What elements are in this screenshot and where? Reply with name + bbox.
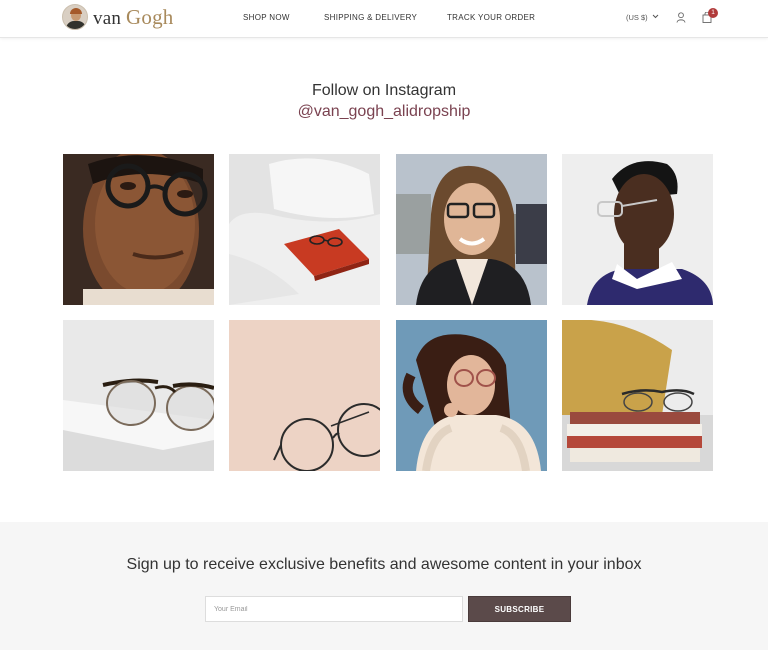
glasses-on-white-book-photo xyxy=(63,320,214,471)
user-icon[interactable] xyxy=(676,12,686,23)
brand-logo[interactable]: van Gogh xyxy=(62,4,173,30)
signup-title: Sign up to receive exclusive benefits an… xyxy=(126,556,642,573)
instagram-tile-smiling-woman[interactable] xyxy=(396,154,547,305)
subscribe-button[interactable]: SUBSCRIBE xyxy=(468,596,571,622)
currency-label: (US $) xyxy=(626,13,648,22)
nav-shop-now[interactable]: SHOP NOW xyxy=(243,13,290,22)
red-book-with-glasses-photo xyxy=(229,154,380,305)
chevron-down-icon xyxy=(652,14,659,19)
round-glasses-on-pink-photo xyxy=(229,320,380,471)
instagram-tile-woman-fur-coat[interactable] xyxy=(396,320,547,471)
currency-selector[interactable]: (US $) xyxy=(626,13,659,22)
instagram-tile-round-glasses-pink[interactable] xyxy=(229,320,380,471)
instagram-tile-man-profile[interactable] xyxy=(562,154,713,305)
newsletter-signup-section: Sign up to receive exclusive benefits an… xyxy=(0,522,768,650)
man-profile-glasses-photo xyxy=(562,154,713,305)
instagram-tile-glasses-white-book[interactable] xyxy=(63,320,214,471)
smiling-woman-glasses-photo xyxy=(396,154,547,305)
nav-shipping-delivery[interactable]: SHIPPING & DELIVERY xyxy=(324,13,417,22)
instagram-tile-book-stack[interactable] xyxy=(562,320,713,471)
instagram-tile-red-book[interactable] xyxy=(229,154,380,305)
site-header: van Gogh SHOP NOW SHIPPING & DELIVERY TR… xyxy=(0,0,768,38)
man-with-glasses-photo xyxy=(63,154,214,305)
nav-track-order[interactable]: TRACK YOUR ORDER xyxy=(447,13,535,22)
instagram-title: Follow on Instagram xyxy=(311,82,457,99)
email-field[interactable] xyxy=(205,596,463,622)
cart-count-badge: 1 xyxy=(708,8,718,18)
logo-portrait-icon xyxy=(62,4,88,30)
glasses-on-book-stack-photo xyxy=(562,320,713,471)
instagram-handle-link[interactable]: @van_gogh_alidropship xyxy=(0,103,768,121)
instagram-tile-man-glasses[interactable] xyxy=(63,154,214,305)
woman-fur-coat-glasses-photo xyxy=(396,320,547,471)
brand-name: van Gogh xyxy=(93,4,174,29)
